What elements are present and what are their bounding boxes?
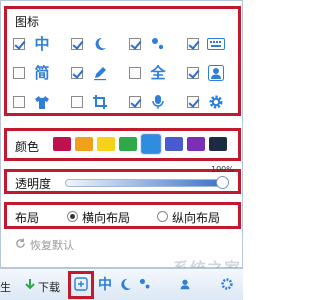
icon-option-settings[interactable] (187, 91, 243, 113)
opacity-value: 100% (211, 165, 234, 174)
fullwidth-icon: 全 (150, 63, 166, 82)
layout-horizontal-label[interactable]: 横向布局 (82, 209, 130, 226)
crop-icon (91, 93, 109, 111)
layout-horizontal-radio[interactable] (67, 211, 78, 222)
gear-icon (207, 93, 225, 111)
dots-icon (149, 35, 167, 53)
icon-options-grid: 中 简 全 (13, 33, 235, 113)
checkbox[interactable] (71, 38, 83, 50)
taskbar-text: 生 (0, 281, 11, 294)
user-icon (207, 64, 225, 82)
color-swatch-purple[interactable] (187, 137, 205, 151)
checkbox[interactable] (13, 67, 25, 79)
opacity-section-title: 透明度 (15, 177, 52, 191)
checkbox[interactable] (129, 96, 141, 108)
checkbox[interactable] (71, 96, 83, 108)
opacity-slider-track[interactable] (65, 179, 223, 187)
icon-option-skin[interactable] (13, 91, 69, 113)
layout-vertical-radio[interactable] (157, 211, 168, 222)
color-swatch-indigo[interactable] (165, 137, 183, 151)
checkbox[interactable] (129, 38, 141, 50)
pen-icon (91, 64, 109, 82)
reset-defaults-label: 恢复默认 (30, 239, 74, 252)
color-swatch-green[interactable] (119, 137, 137, 151)
layout-vertical-label[interactable]: 纵向布局 (172, 209, 220, 226)
color-section-title: 颜色 (15, 140, 40, 154)
color-swatches (53, 134, 227, 154)
microphone-icon (149, 93, 167, 111)
icon-option-punctuation[interactable] (71, 33, 127, 55)
opacity-slider-handle[interactable] (216, 176, 229, 189)
ime-settings-icon[interactable] (72, 275, 90, 293)
checkbox[interactable] (13, 38, 25, 50)
checkbox[interactable] (13, 96, 25, 108)
checkbox[interactable] (187, 67, 199, 79)
icon-option-dots[interactable] (129, 33, 185, 55)
icon-option-keyboard[interactable] (187, 33, 243, 55)
chinese-mode-icon: 中 (34, 34, 50, 53)
icon-option-simplified[interactable]: 简 (13, 62, 69, 84)
download-label[interactable]: 下载 (38, 279, 60, 295)
icons-section-title: 图标 (15, 15, 40, 29)
chinese-mode-icon[interactable]: 中 (96, 275, 114, 293)
color-swatch-crimson[interactable] (53, 137, 71, 151)
checkbox[interactable] (129, 67, 141, 79)
simplified-icon: 简 (34, 63, 50, 82)
color-swatch-yellow[interactable] (97, 137, 115, 151)
keyboard-icon (207, 35, 225, 53)
icon-option-user[interactable] (187, 62, 243, 84)
skin-shirt-icon (33, 93, 51, 111)
layout-section-title: 布局 (15, 211, 40, 225)
checkbox[interactable] (187, 96, 199, 108)
moon-punctuation-icon (91, 35, 109, 53)
icon-option-pen[interactable] (71, 62, 127, 84)
color-swatch-navy[interactable] (209, 137, 227, 151)
icon-option-fullwidth[interactable]: 全 (129, 62, 185, 84)
reset-defaults-button[interactable]: 恢复默认 (15, 237, 74, 253)
color-swatch-blue-selected[interactable] (141, 134, 161, 154)
download-arrow-icon (24, 278, 36, 295)
icon-option-voice[interactable] (129, 91, 185, 113)
icon-option-chinese[interactable]: 中 (13, 33, 69, 55)
checkbox[interactable] (187, 38, 199, 50)
ime-toolbar: 生 下载 中 (0, 268, 243, 300)
color-swatch-orange[interactable] (75, 137, 93, 151)
checkbox[interactable] (71, 67, 83, 79)
refresh-icon (15, 238, 26, 252)
user-icon[interactable] (176, 275, 194, 293)
toolbar-settings-panel: 图标 中 简 全 颜色 透明度 100% 布局 横向布局 纵向布局 恢复默认 (0, 0, 243, 268)
moon-punctuation-icon[interactable] (116, 275, 134, 293)
dots-icon[interactable] (136, 275, 154, 293)
icon-option-crop[interactable] (71, 91, 127, 113)
gear-icon[interactable] (218, 275, 236, 293)
